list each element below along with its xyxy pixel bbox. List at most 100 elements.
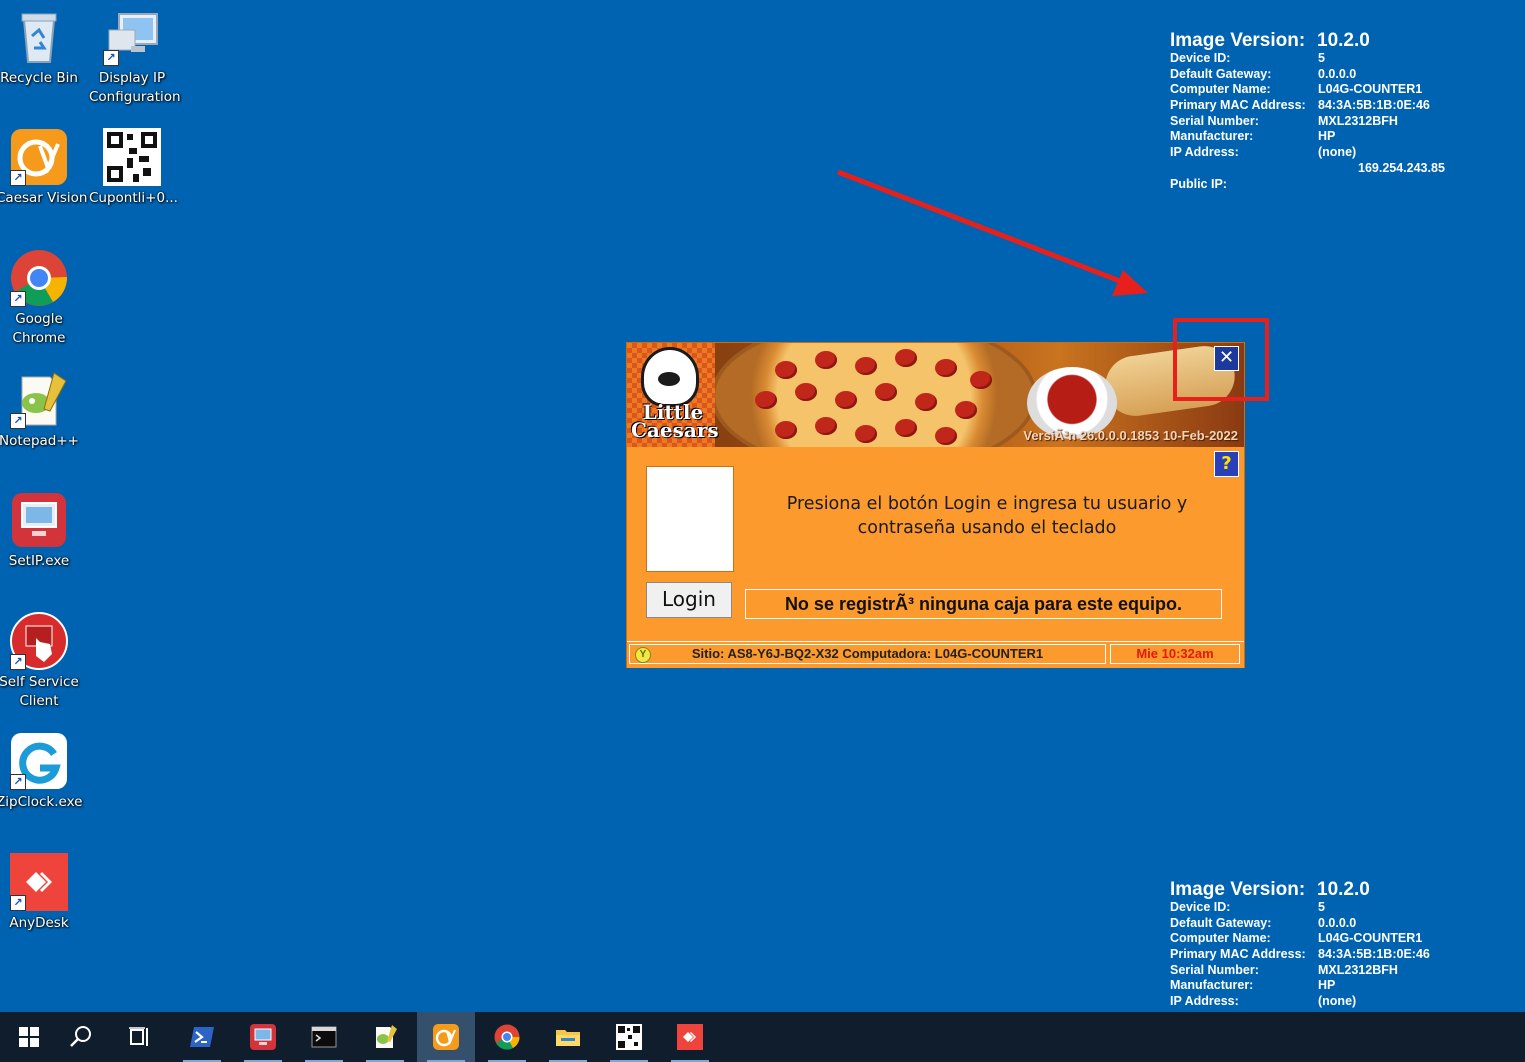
- info-key: IP Address:: [1170, 145, 1239, 160]
- recycle-bin-icon: [10, 8, 68, 66]
- shortcut-arrow-icon: ↗: [10, 654, 26, 670]
- taskbar-setip[interactable]: [234, 1012, 292, 1062]
- search-icon: [70, 1026, 91, 1047]
- desktop-icon-chrome[interactable]: ↗ Google Chrome: [0, 249, 82, 348]
- start-button[interactable]: [0, 1012, 58, 1062]
- zipclock-icon: ↗: [10, 732, 68, 790]
- info-row: IP Address: (none): [1170, 145, 1356, 161]
- info-value: (none): [1318, 145, 1357, 160]
- info-row: Computer Name: L04G-COUNTER1: [1170, 931, 1422, 947]
- info-key: Primary MAC Address:: [1170, 947, 1306, 962]
- info-row: Public IP:: [1170, 177, 1305, 193]
- info-row: Serial Number: MXL2312BFH: [1170, 962, 1398, 979]
- shortcut-arrow-icon: ↗: [10, 170, 26, 186]
- desktop-icon-setip[interactable]: SetIP.exe: [0, 491, 82, 571]
- desktop-icon-anydesk[interactable]: ↗ AnyDesk: [0, 853, 82, 933]
- info-row: IP Address: (none): [1170, 994, 1356, 1010]
- info-row: Primary MAC Address: 84:3A:5B:1B:0E:46: [1170, 947, 1430, 963]
- info-row: Default Gateway: 0.0.0.0: [1170, 66, 1356, 83]
- taskbar-powershell[interactable]: [173, 1012, 231, 1062]
- info-value: 5: [1318, 900, 1325, 914]
- desktop-icon-zipclock[interactable]: ↗ ZipClock.exe: [0, 732, 82, 812]
- shortcut-arrow-icon: ↗: [103, 50, 119, 66]
- status-bar: Y Sitio: AS8-Y6J-BQ2-X32 Computadora: L0…: [627, 641, 1244, 668]
- windows-icon: [19, 1027, 39, 1047]
- desktop-icon-label: Google Chrome: [12, 311, 66, 346]
- info-key: Default Gateway:: [1170, 66, 1272, 81]
- task-view-button[interactable]: [111, 1012, 169, 1062]
- taskbar-qr-app[interactable]: [600, 1012, 658, 1062]
- info-value: HP: [1318, 978, 1336, 993]
- desktop-icon-label: ZipClock.exe: [0, 794, 83, 810]
- shortcut-arrow-icon: ↗: [10, 774, 26, 790]
- image-version-row: Image Version: 10.2.0: [1170, 879, 1370, 900]
- image-version-row: Image Version: 10.2.0: [1170, 30, 1370, 51]
- ip-address-extra: 169.254.243.85: [1358, 160, 1445, 175]
- info-value: MXL2312BFH: [1318, 113, 1398, 128]
- desktop-icon-label: Caesar Vision: [0, 190, 88, 206]
- info-value: MXL2312BFH: [1318, 962, 1398, 977]
- system-info-bottom: Image Version: 10.2.0 Device ID: 5 Defaul…: [1170, 879, 1430, 1010]
- desktop-icon-label: Self Service Client: [0, 674, 79, 709]
- info-value: HP: [1318, 129, 1336, 144]
- caesar-vision-icon: [433, 1024, 459, 1050]
- info-key: Device ID:: [1170, 900, 1231, 914]
- desktop-icon-self-service[interactable]: ↗ Self Service Client: [0, 612, 82, 711]
- login-button[interactable]: Login: [646, 582, 732, 618]
- info-key: IP Address:: [1170, 994, 1239, 1009]
- info-value: L04G-COUNTER1: [1318, 82, 1423, 97]
- info-value: 0.0.0.0: [1318, 66, 1357, 81]
- notepad-plus-icon: [376, 1025, 397, 1048]
- register-status: No se registrÃ³ ninguna caja para este e…: [745, 589, 1222, 619]
- shortcut-arrow-icon: ↗: [10, 291, 26, 307]
- info-value: 84:3A:5B:1B:0E:46: [1318, 98, 1430, 113]
- desktop-icon-label: SetIP.exe: [8, 553, 70, 569]
- taskbar-terminal[interactable]: [295, 1012, 353, 1062]
- chrome-icon: [494, 1024, 520, 1050]
- desktop-icon-cupontli[interactable]: Cupontli+0...: [89, 128, 178, 208]
- help-icon: ?: [1221, 453, 1232, 474]
- info-key: Device ID:: [1170, 51, 1231, 65]
- search-button[interactable]: [52, 1012, 110, 1062]
- desktop-icon-notepad-plus[interactable]: ↗ Notepad++: [0, 371, 82, 451]
- desktop-icon-label: Cupontli+0...: [89, 190, 178, 206]
- desktop-icon-recycle-bin[interactable]: Recycle Bin: [0, 8, 82, 88]
- logo-text-line2: Caesars: [631, 418, 719, 442]
- taskbar-chrome[interactable]: [478, 1012, 536, 1062]
- qr-code-icon: [103, 128, 161, 186]
- taskbar-file-explorer[interactable]: [539, 1012, 597, 1062]
- info-row: Default Gateway: 0.0.0.0: [1170, 915, 1356, 932]
- little-caesars-login-window: Little Caesars VersiÃ³n 26.0.0.0.1853 10…: [627, 343, 1244, 668]
- info-key: Manufacturer:: [1170, 129, 1254, 144]
- version-label: VersiÃ³n 26.0.0.0.1853 10-Feb-2022: [1023, 428, 1238, 443]
- info-value: (none): [1318, 994, 1357, 1009]
- info-row: Primary MAC Address: 84:3A:5B:1B:0E:46: [1170, 98, 1430, 114]
- system-info-top: Image Version: 10.2.0 Device ID: 5 Defaul…: [1170, 30, 1445, 193]
- info-row: Device ID: 5: [1170, 900, 1325, 916]
- status-site: Y Sitio: AS8-Y6J-BQ2-X32 Computadora: L0…: [629, 644, 1106, 664]
- taskbar-anydesk[interactable]: [661, 1012, 719, 1062]
- chrome-icon: ↗: [10, 249, 68, 307]
- desktop-icon-caesar-vision[interactable]: ↗ Caesar Vision: [0, 128, 88, 208]
- desktop-icon-label: AnyDesk: [9, 915, 69, 931]
- taskbar-caesar-vision[interactable]: [417, 1012, 475, 1062]
- image-version-value: 10.2.0: [1317, 30, 1370, 51]
- taskbar-notepad[interactable]: [356, 1012, 414, 1062]
- info-row: 169.254.243.85: [1170, 161, 1445, 177]
- info-key: Serial Number:: [1170, 113, 1259, 128]
- desktop-icon-label: Display IP Configuration: [89, 70, 181, 105]
- public-ip-label: Public IP:: [1170, 176, 1227, 191]
- status-site-text: Sitio: AS8-Y6J-BQ2-X32 Computadora: L04G…: [691, 646, 1044, 661]
- info-key: Serial Number:: [1170, 962, 1259, 977]
- setip-icon: [10, 491, 68, 549]
- info-key: Default Gateway:: [1170, 915, 1272, 930]
- info-value: 84:3A:5B:1B:0E:46: [1318, 947, 1430, 962]
- terminal-icon: [311, 1026, 337, 1048]
- help-button[interactable]: ?: [1214, 451, 1239, 477]
- caesar-mascot-icon: [641, 347, 699, 407]
- info-row: Manufacturer: HP: [1170, 978, 1335, 994]
- annotation-highlight-box: [1173, 318, 1269, 401]
- desktop-icon-display-ip[interactable]: ↗ Display IP Configuration: [89, 8, 181, 107]
- login-instructions: Presiona el botón Login e ingresa tu usu…: [786, 494, 1188, 538]
- image-version-label: Image Version:: [1170, 30, 1306, 51]
